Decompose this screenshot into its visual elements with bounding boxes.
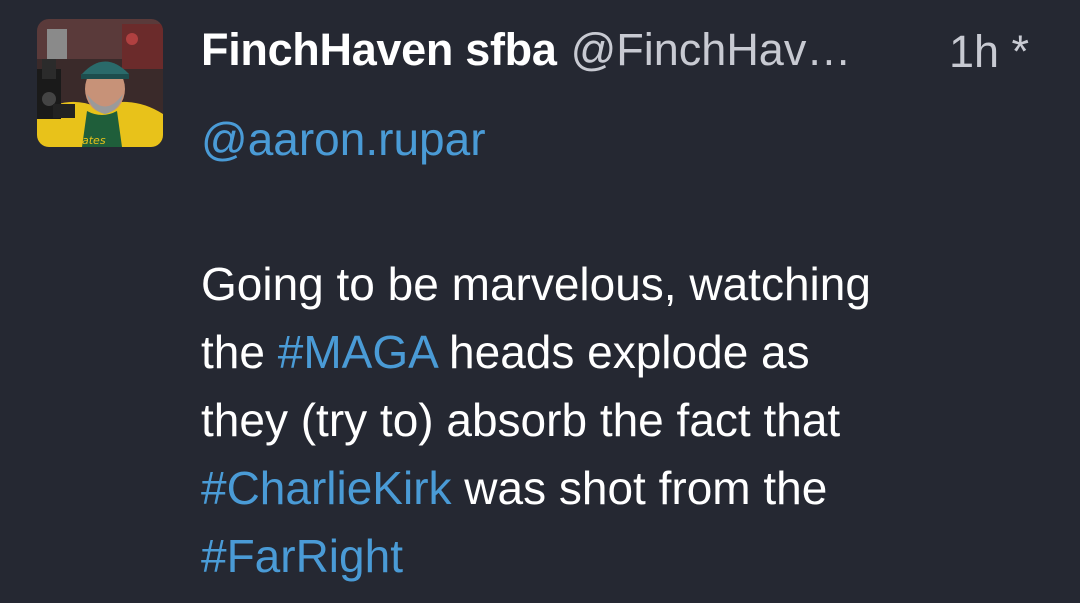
- hashtag-charliekirk-link[interactable]: #CharlieKirk: [201, 462, 452, 514]
- post-text: heads explode as: [436, 326, 810, 378]
- post-text: was shot from the: [451, 462, 828, 514]
- post-timestamp[interactable]: 1h *: [949, 26, 1029, 78]
- hashtag-maga-link[interactable]: #MAGA: [278, 326, 437, 378]
- post-body-line: Going to be marvelous, watching: [201, 250, 1041, 318]
- post-body-line: the #MAGA heads explode as: [201, 318, 1041, 386]
- post-body-line: #CharlieKirk was shot from the: [201, 454, 1041, 522]
- hashtag-farright-link[interactable]: #FarRight: [201, 530, 403, 582]
- post-text: the: [201, 326, 278, 378]
- author-display-name[interactable]: FinchHaven sfba: [201, 24, 557, 76]
- svg-text:ates: ates: [82, 134, 106, 147]
- post-header: FinchHaven sfba @FinchHav… 1h *: [201, 20, 1051, 80]
- avatar-image: ates: [37, 19, 163, 147]
- post-card: ates FinchHaven sfba @FinchHav… 1h * @aa…: [0, 0, 1080, 603]
- post-text: Going to be marvelous, watching: [201, 258, 871, 310]
- post-body-line: #FarRight: [201, 522, 1041, 590]
- avatar[interactable]: ates: [37, 19, 163, 147]
- post-text: they (try to) absorb the fact that: [201, 394, 841, 446]
- author-handle[interactable]: @FinchHav…: [571, 24, 852, 76]
- reply-mention-link[interactable]: @aaron.rupar: [201, 112, 486, 166]
- post-body: Going to be marvelous, watching the #MAG…: [201, 250, 1041, 590]
- post-body-line: they (try to) absorb the fact that: [201, 386, 1041, 454]
